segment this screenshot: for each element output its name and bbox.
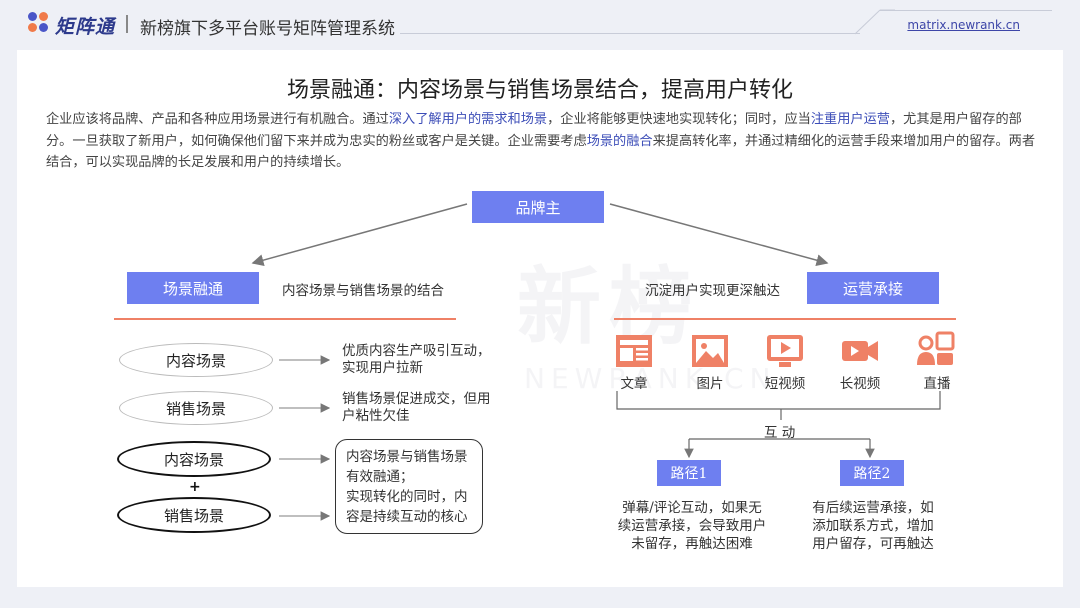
combo-sales-oval: 销售场景 [117,497,271,533]
slide-title: 场景融通：内容场景与销售场景结合，提高用户转化 [286,78,793,103]
path-2-desc-line-3: 用户留存，可再触达 [812,536,934,552]
scene-fusion-caption: 内容场景与销售场景的结合 [282,283,444,299]
interaction-label: 互 动 [764,425,796,441]
right-divider [614,318,956,320]
path-1-desc-line-2: 续运营承接，会导致用户 [617,518,767,534]
site-link[interactable]: matrix.newrank.cn [907,18,1020,32]
intro-highlight-3: 场景的融合 [586,133,653,149]
header-rule-slant [855,9,895,35]
content-scene-oval: 内容场景 [119,343,273,377]
path-1-desc-line-1: 弹幕/评论互动，如果无 [622,500,762,516]
plus-sign: + [189,479,201,495]
ops-box: 运营承接 [807,272,939,304]
fusion-summary-line-2: 有效融通； [346,469,414,485]
path-2-desc-line-2: 添加联系方式，增加 [812,518,934,534]
intro-text-1: 企业应该将品牌、产品和各种应用场景进行有机融合。通过 [46,112,389,127]
brand-owner-box: 品牌主 [472,191,604,223]
fusion-summary-line-1: 内容场景与销售场景 [346,449,468,465]
intro-highlight-2: 注重用户运营 [810,112,890,127]
sales-scene-desc: 销售场景促进成交，但用户粘性欠佳 [342,391,491,424]
header-rule-top [880,10,1052,11]
fusion-summary-line-4: 容是持续互动的核心 [346,509,468,525]
image-icon [692,335,728,367]
path-2-box: 路径2 [840,460,904,486]
content-scene-desc: 优质内容生产吸引互动，实现用户拉新 [342,343,491,376]
header-separator [126,15,128,33]
path-1-desc: 弹幕/评论互动，如果无 续运营承接，会导致用户 未留存，再触达困难 [613,499,771,553]
ops-caption: 沉淀用户实现更深触达 [645,283,780,299]
long-video-icon [842,341,878,361]
intro-highlight-1: 深入了解用户的需求和场景 [388,112,548,127]
channel-label-live: 直播 [923,376,951,392]
watermark-text: 新榜 [517,258,702,356]
path-2-desc: 有后续运营承接，如 添加联系方式，增加 用户留存，可再触达 [803,499,943,553]
header-rule [400,33,860,34]
combo-content-oval: 内容场景 [117,441,271,477]
fusion-summary-line-3: 实现转化的同时，内 [346,489,468,505]
logo-icon [28,12,50,34]
content-panel: 新榜 NEWRANK.CN 场景融通：内容场景与销售场景结合，提高用户转化 企业… [17,50,1063,587]
intro-paragraph: 企业应该将品牌、产品和各种应用场景进行有机融合。通过深入了解用户的需求和场景，企… [46,109,1046,174]
intro-text-2: ，企业将能够更快速地实现转化；同时，应当 [547,112,811,127]
header: 矩阵通 新榜旗下多平台账号矩阵管理系统 matrix.newrank.cn [0,0,1080,48]
channel-label-image: 图片 [696,376,724,392]
brand-name: 矩阵通 [55,16,116,38]
path-2-desc-line-1: 有后续运营承接，如 [812,500,934,516]
channel-label-article: 文章 [620,376,648,392]
fusion-summary-box: 内容场景与销售场景 有效融通； 实现转化的同时，内 容是持续互动的核心 [335,439,483,534]
scene-fusion-box: 场景融通 [127,272,259,304]
channel-label-long-video: 长视频 [839,376,881,392]
short-video-icon [767,335,803,367]
left-divider [114,318,456,320]
sales-scene-oval: 销售场景 [119,391,273,425]
live-stream-icon [917,331,955,365]
header-subtitle: 新榜旗下多平台账号矩阵管理系统 [140,19,395,39]
channel-label-short-video: 短视频 [764,376,806,392]
article-icon [616,335,652,367]
path-1-box: 路径1 [657,460,721,486]
path-1-desc-line-3: 未留存，再触达困难 [631,536,753,552]
